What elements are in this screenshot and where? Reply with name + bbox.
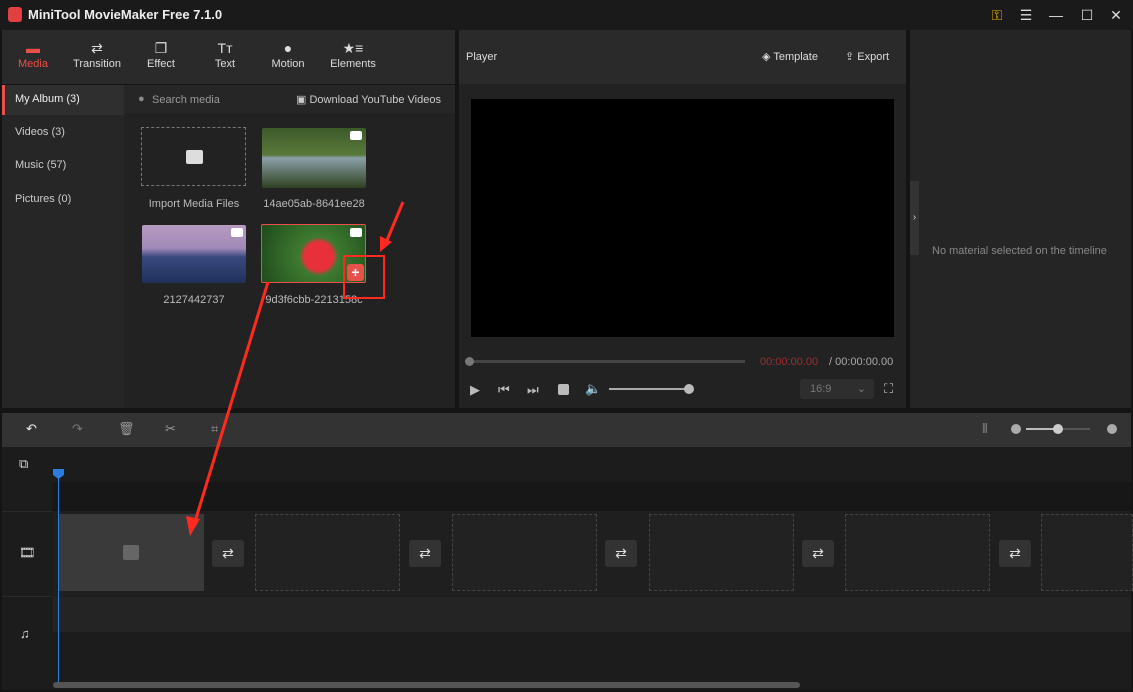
annotation-arrowhead [380,236,392,252]
annotation-arrow [192,281,270,526]
annotation-highlight-box [343,255,385,299]
annotation-arrow [383,201,405,246]
annotation-overlay [186,201,405,536]
annotation-arrowhead [186,516,200,536]
